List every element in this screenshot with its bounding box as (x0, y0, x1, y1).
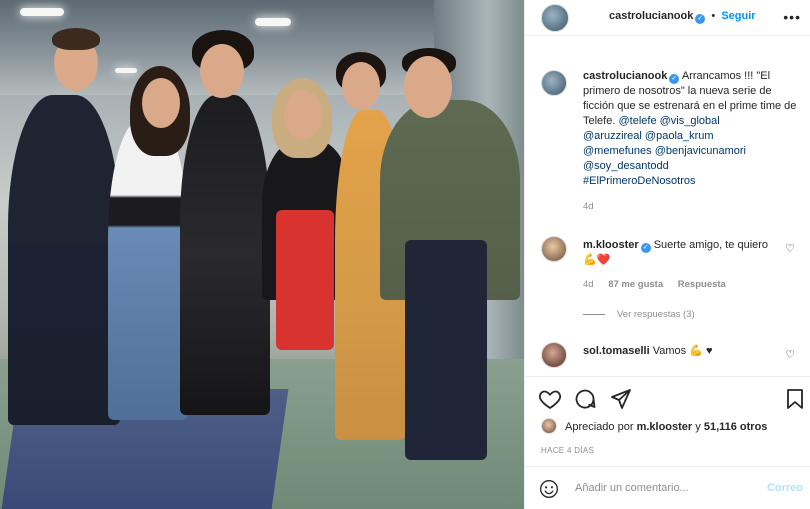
post-actions: Apreciado por m.klooster y 51,116 otros … (525, 376, 810, 466)
photo-person-head (342, 62, 380, 110)
comment-like-heart-icon[interactable]: ♡ (785, 242, 795, 255)
separator-dot: • (711, 10, 716, 22)
view-replies[interactable]: Ver respuestas (3) (583, 309, 695, 320)
mention-link[interactable]: @telefe (618, 115, 656, 127)
caption-avatar[interactable] (541, 70, 567, 96)
photo-person-legs (405, 240, 487, 460)
verified-icon: ✓ (640, 243, 651, 253)
mention-link[interactable]: @memefunes (583, 145, 652, 157)
comment-age[interactable]: 4d (583, 279, 594, 290)
author-line: castrolucianook ✓ • Seguir (609, 10, 756, 24)
caption-username[interactable]: castrolucianook (583, 70, 667, 82)
comment-username[interactable]: m.klooster (583, 239, 639, 251)
bookmark-icon[interactable] (783, 387, 807, 411)
post-comment-button[interactable]: Correo (767, 482, 803, 494)
photo-lamp (115, 68, 137, 73)
post-side-panel: castrolucianook ✓ • Seguir ••• castroluci… (524, 0, 810, 509)
photo-person (180, 95, 270, 415)
photo-lamp (20, 8, 64, 16)
heart-icon[interactable] (538, 387, 562, 411)
emoji-icon[interactable] (539, 479, 559, 499)
comments-list[interactable]: castrolucianook ✓ Arrancamos !!! "El prim… (525, 36, 810, 376)
mention-link[interactable]: @paola_krum (645, 130, 714, 142)
photo-person-head (142, 78, 180, 128)
mention-link[interactable]: @benjavicunamori (655, 145, 746, 157)
photo-person (108, 120, 188, 420)
likes-connector: y (695, 421, 701, 433)
likes-summary: Apreciado por m.klooster y 51,116 otros (565, 421, 767, 433)
caption-age[interactable]: 4d (583, 199, 801, 214)
comment-input[interactable]: Añadir un comentario... (575, 482, 689, 494)
author-username[interactable]: castrolucianook (609, 10, 693, 22)
comment-emoji: 💪 ♥ (689, 345, 713, 357)
author-avatar[interactable] (541, 4, 569, 32)
replies-line (583, 313, 605, 315)
comment-body: m.klooster ✓ Suerte amigo, te quiero 💪❤️ (583, 238, 783, 268)
hashtag-link[interactable]: #ElPrimeroDeNosotros (583, 175, 695, 187)
post-caption: castrolucianook ✓ Arrancamos !!! "El prim… (583, 69, 801, 214)
likes-prefix: Apreciado por (565, 421, 634, 433)
comment-icon[interactable] (573, 387, 597, 411)
comment-avatar[interactable] (541, 236, 567, 262)
liker-avatar[interactable] (541, 418, 557, 434)
photo-person-head (284, 90, 322, 140)
comment-emoji: 💪❤️ (583, 254, 611, 266)
mention-link[interactable]: @vis_global (660, 115, 720, 127)
add-comment-bar: Añadir un comentario... Correo (525, 466, 810, 509)
reply-button[interactable]: Respuesta (678, 279, 726, 290)
photo-person-head (404, 56, 452, 118)
comment-likes[interactable]: 87 me gusta (608, 279, 663, 290)
post-photo[interactable] (0, 0, 524, 509)
comment-avatar[interactable] (541, 342, 567, 368)
photo-lamp (255, 18, 291, 26)
share-icon[interactable] (609, 387, 633, 411)
view-replies-label: Ver respuestas (3) (617, 309, 695, 320)
likes-others[interactable]: 51,116 otros (704, 421, 768, 433)
post-age[interactable]: HACE 4 DÍAS (541, 446, 594, 455)
comment-text: Suerte amigo, te quiero (653, 239, 769, 251)
liker-username[interactable]: m.klooster (637, 421, 693, 433)
photo-person-skirt (276, 210, 334, 350)
photo-person (8, 95, 120, 425)
verified-icon: ✓ (669, 74, 680, 84)
verified-icon: ✓ (695, 14, 706, 24)
comment-text: Vamos (652, 345, 687, 357)
comment-meta: 4d 87 me gusta Respuesta (583, 279, 726, 290)
comment-body: sol.tomaselli Vamos 💪 ♥ (583, 344, 783, 359)
more-icon[interactable]: ••• (783, 9, 801, 25)
follow-button[interactable]: Seguir (721, 10, 755, 22)
post-header: castrolucianook ✓ • Seguir ••• (525, 0, 810, 36)
photo-person-hair (52, 28, 100, 50)
comment-username[interactable]: sol.tomaselli (583, 345, 650, 357)
photo-person-head (200, 44, 244, 98)
mention-link[interactable]: @soy_desantodd (583, 160, 669, 172)
comment-like-heart-icon[interactable]: ♡ (785, 348, 795, 361)
mention-link[interactable]: @aruzzireal (583, 130, 642, 142)
